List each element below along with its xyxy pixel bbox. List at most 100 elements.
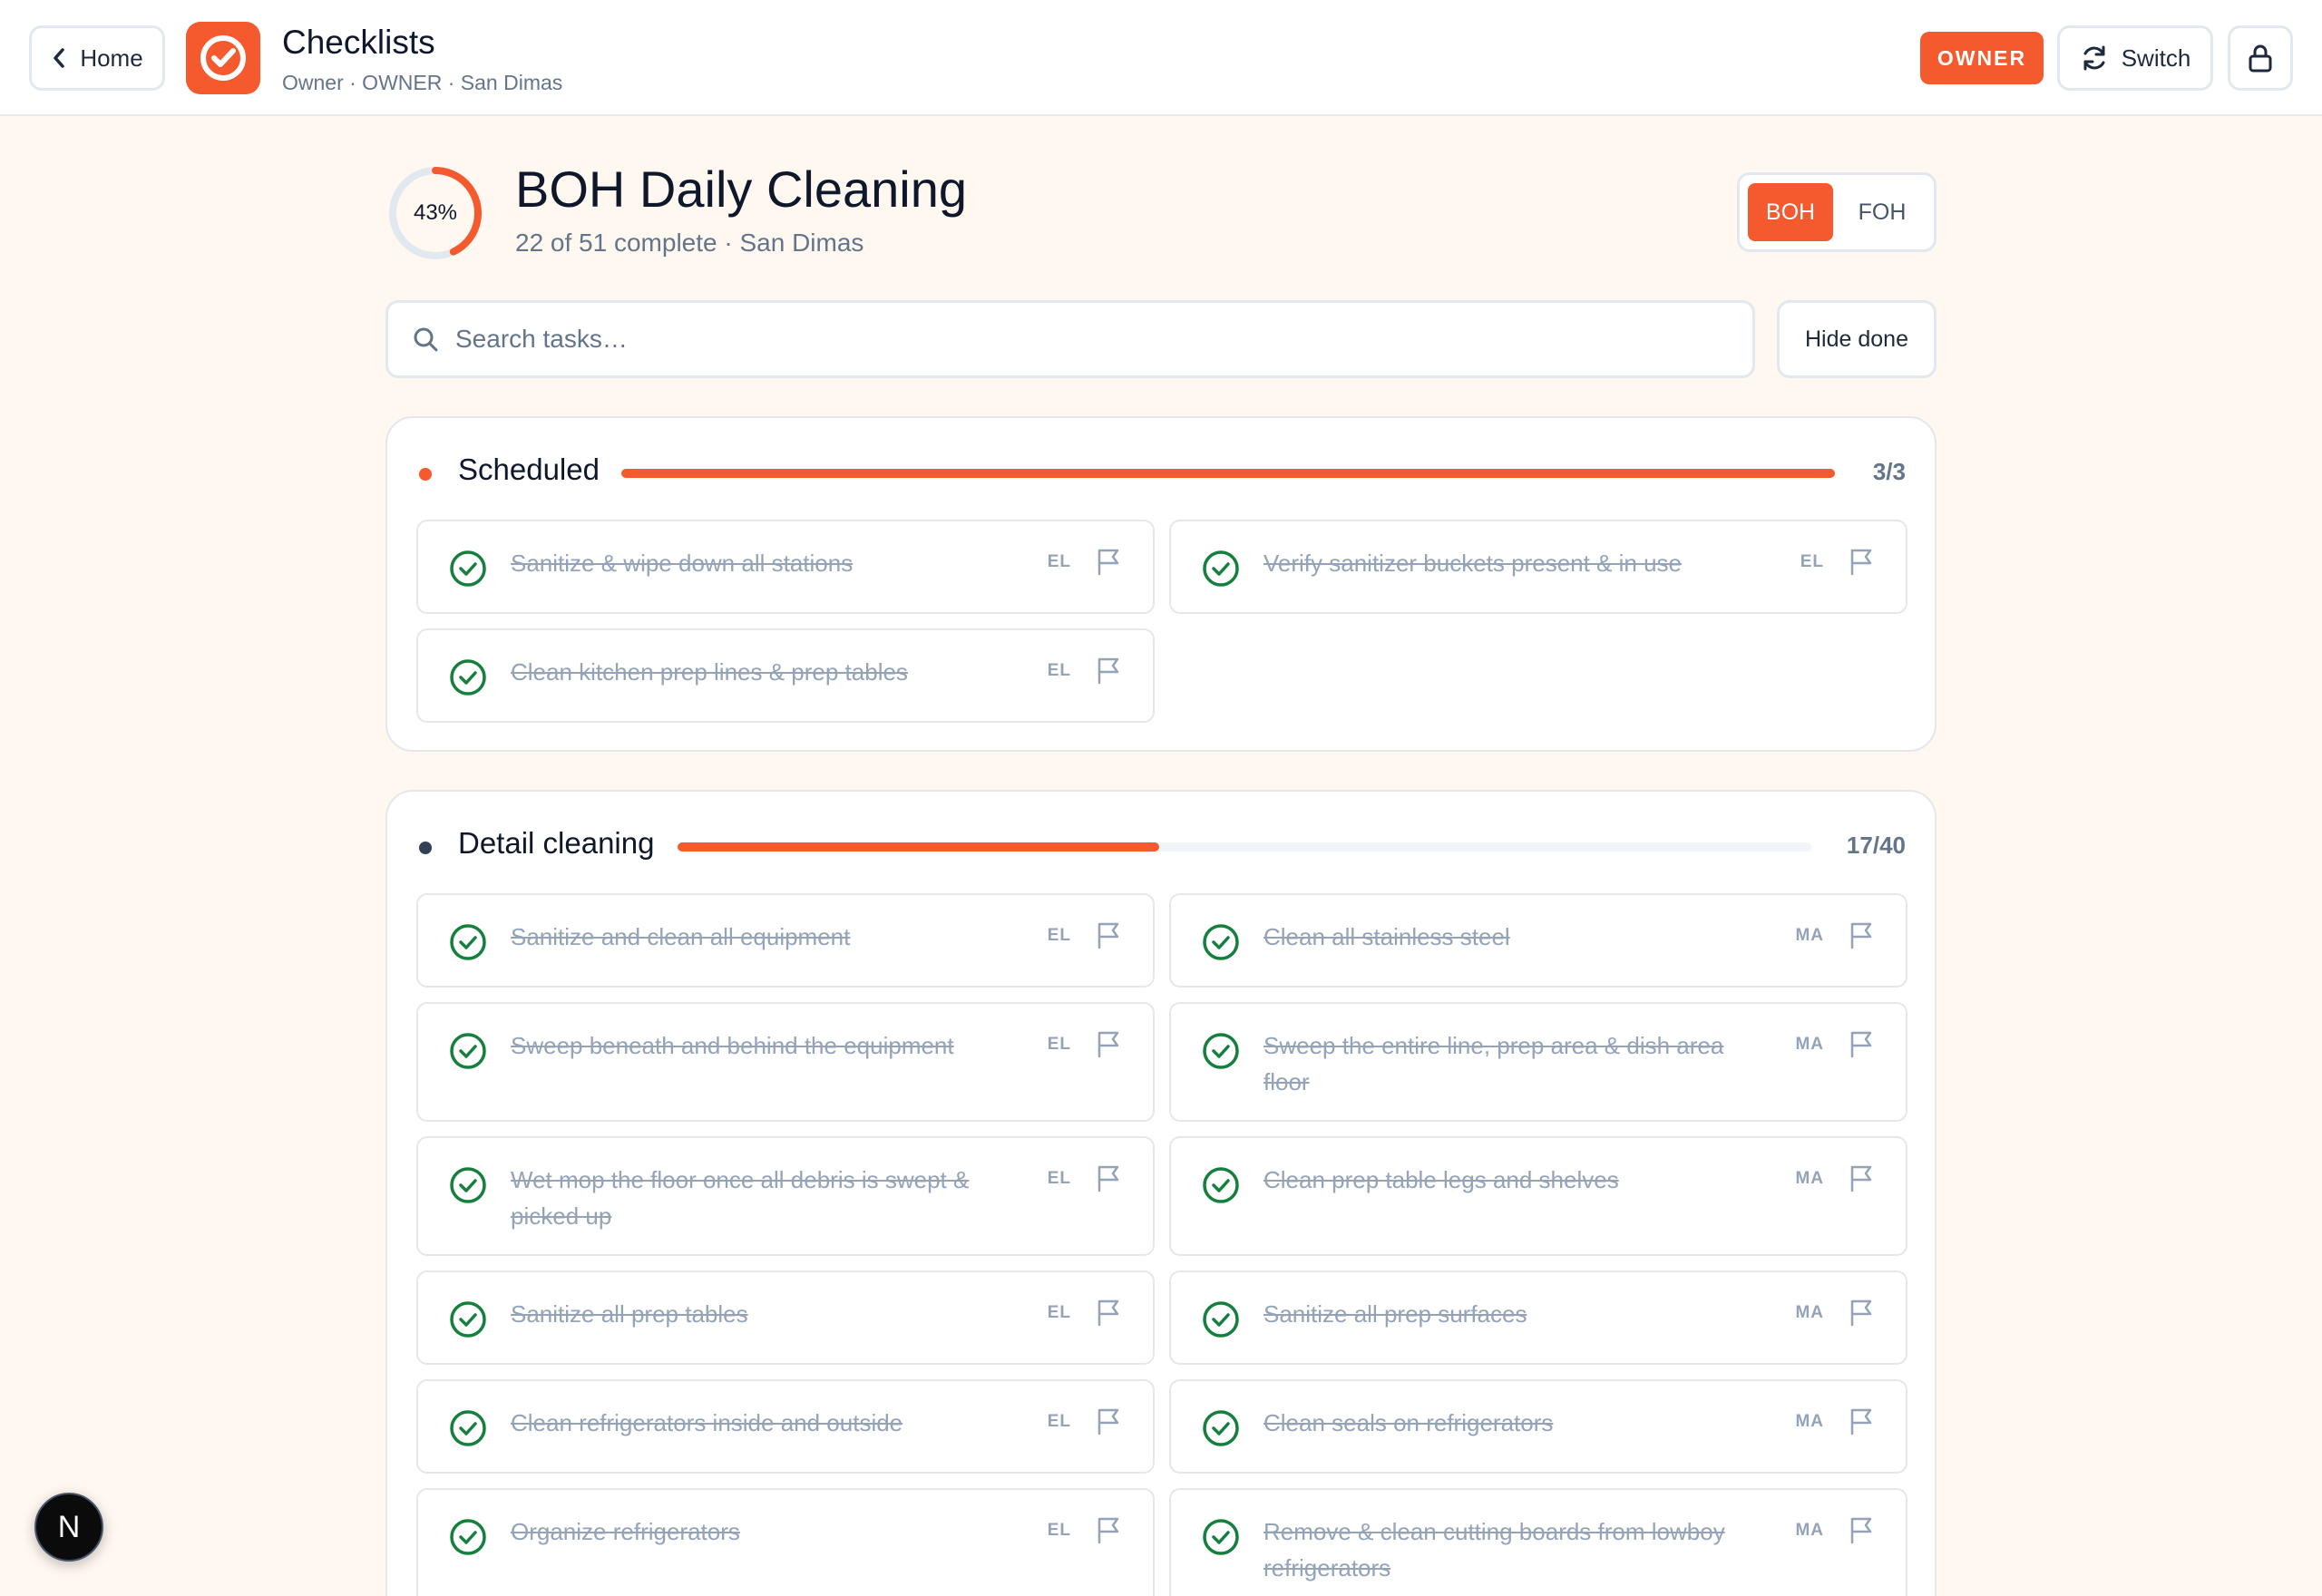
section-count: 17/40 [1846, 832, 1906, 859]
task-label: Clean refrigerators inside and outside [511, 1409, 903, 1436]
task-item[interactable]: Clean all stainless steel MA [1169, 893, 1907, 988]
task-label: Sanitize all prep surfaces [1263, 1300, 1527, 1328]
flag-icon[interactable] [1848, 547, 1875, 576]
task-label: Clean prep table legs and shelves [1263, 1166, 1619, 1193]
task-item[interactable]: Clean prep table legs and shelves MA [1169, 1136, 1907, 1256]
assignee-initials: MA [1795, 1035, 1824, 1054]
assignee-initials: MA [1795, 1169, 1824, 1188]
task-item[interactable]: Wet mop the floor once all debris is swe… [416, 1136, 1155, 1256]
task-item[interactable]: Sanitize & wipe down all stations EL [416, 520, 1155, 614]
top-bar: Home Checklists Owner · OWNER · San Dima… [0, 0, 2322, 116]
flag-icon[interactable] [1848, 1163, 1875, 1192]
task-label: Sweep beneath and behind the equipment [511, 1032, 954, 1059]
task-item[interactable]: Clean seals on refrigerators MA [1169, 1379, 1907, 1474]
flag-icon[interactable] [1848, 1029, 1875, 1058]
section-title: Detail cleaning [458, 826, 655, 860]
section-status-dot [419, 842, 432, 854]
task-item[interactable]: Clean refrigerators inside and outside E… [416, 1379, 1155, 1474]
page-title: BOH Daily Cleaning [515, 161, 967, 218]
page-subtitle: 22 of 51 complete · San Dimas [515, 229, 864, 257]
area-option-boh[interactable]: BOH [1748, 183, 1834, 241]
home-button-label: Home [80, 44, 143, 72]
task-label: Sanitize all prep tables [511, 1300, 748, 1328]
assignee-initials: EL [1047, 1303, 1071, 1322]
flag-icon[interactable] [1095, 1029, 1122, 1058]
section-progress-track [678, 842, 1811, 852]
app-logo [186, 22, 260, 94]
task-label: Sanitize and clean all equipment [511, 923, 851, 950]
flag-icon[interactable] [1095, 656, 1122, 685]
flag-icon[interactable] [1848, 1515, 1875, 1544]
assignee-initials: MA [1795, 926, 1824, 945]
task-label: Clean kitchen prep lines & prep tables [511, 658, 908, 686]
task-label: Sanitize & wipe down all stations [511, 550, 854, 577]
section-title: Scheduled [458, 453, 600, 486]
flag-icon[interactable] [1095, 920, 1122, 949]
switch-button-label: Switch [2121, 44, 2191, 72]
flag-icon[interactable] [1095, 547, 1122, 576]
task-item[interactable]: Sanitize and clean all equipment EL [416, 893, 1155, 988]
task-item[interactable]: Sweep beneath and behind the equipment E… [416, 1002, 1155, 1122]
area-option-foh[interactable]: FOH [1839, 183, 1926, 241]
check-circle-icon[interactable] [448, 549, 488, 589]
search-icon [414, 327, 438, 352]
app-title: Checklists [282, 24, 435, 61]
assignee-initials: EL [1047, 1521, 1071, 1540]
task-item[interactable]: Verify sanitizer buckets present & in us… [1169, 520, 1907, 614]
check-circle-icon[interactable] [1201, 922, 1241, 962]
assignee-initials: EL [1800, 552, 1824, 571]
task-label: Clean all stainless steel [1263, 923, 1510, 950]
section-progress-fill [678, 842, 1160, 852]
lock-icon [2249, 44, 2272, 73]
section-detail-cleaning: Detail cleaning 17/40 Sanitize and clean… [385, 790, 1937, 1596]
flag-icon[interactable] [1095, 1406, 1122, 1435]
task-item[interactable]: Sanitize all prep surfaces MA [1169, 1270, 1907, 1365]
check-circle-icon [200, 35, 246, 81]
refresh-icon [2083, 45, 2105, 71]
check-circle-icon[interactable] [1201, 1517, 1241, 1557]
flag-icon[interactable] [1095, 1298, 1122, 1327]
task-label: Clean seals on refrigerators [1263, 1409, 1554, 1436]
lock-button[interactable] [2228, 25, 2293, 91]
home-button[interactable]: Home [29, 25, 165, 91]
check-circle-icon[interactable] [448, 1299, 488, 1339]
section-progress-track [621, 469, 1835, 478]
area-toggle: BOH FOH [1737, 172, 1937, 252]
section-scheduled: Scheduled 3/3 Sanitize & wipe down all s… [385, 416, 1937, 752]
search-box [385, 300, 1755, 378]
check-circle-icon[interactable] [448, 1031, 488, 1071]
flag-icon[interactable] [1095, 1163, 1122, 1192]
check-circle-icon[interactable] [448, 1517, 488, 1557]
flag-icon[interactable] [1848, 1406, 1875, 1435]
check-circle-icon[interactable] [448, 922, 488, 962]
check-circle-icon[interactable] [448, 657, 488, 697]
switch-button[interactable]: Switch [2057, 25, 2213, 91]
task-item[interactable]: Sweep the entire line, prep area & dish … [1169, 1002, 1907, 1122]
flag-icon[interactable] [1848, 920, 1875, 949]
hide-done-button[interactable]: Hide done [1777, 300, 1937, 378]
task-item[interactable]: Organize refrigerators EL [416, 1488, 1155, 1596]
search-input[interactable] [455, 325, 1707, 354]
app-subtitle: Owner · OWNER · San Dimas [282, 71, 563, 94]
check-circle-icon[interactable] [1201, 1299, 1241, 1339]
check-circle-icon[interactable] [1201, 1408, 1241, 1448]
flag-icon[interactable] [1095, 1515, 1122, 1544]
task-label: Organize refrigerators [511, 1518, 740, 1545]
chevron-left-icon [54, 48, 65, 68]
assignee-initials: EL [1047, 661, 1071, 680]
check-circle-icon[interactable] [1201, 1031, 1241, 1071]
flag-icon[interactable] [1848, 1298, 1875, 1327]
assignee-initials: MA [1795, 1412, 1824, 1431]
section-progress-fill [621, 469, 1835, 478]
task-item[interactable]: Remove & clean cutting boards from lowbo… [1169, 1488, 1907, 1596]
dev-tools-button[interactable]: N [34, 1493, 103, 1562]
task-item[interactable]: Sanitize all prep tables EL [416, 1270, 1155, 1365]
check-circle-icon[interactable] [448, 1408, 488, 1448]
assignee-initials: EL [1047, 1169, 1071, 1188]
task-label: Remove & clean cutting boards from lowbo… [1263, 1518, 1725, 1581]
check-circle-icon[interactable] [1201, 1165, 1241, 1205]
check-circle-icon[interactable] [448, 1165, 488, 1205]
check-circle-icon[interactable] [1201, 549, 1241, 589]
assignee-initials: MA [1795, 1303, 1824, 1322]
task-item[interactable]: Clean kitchen prep lines & prep tables E… [416, 628, 1155, 723]
